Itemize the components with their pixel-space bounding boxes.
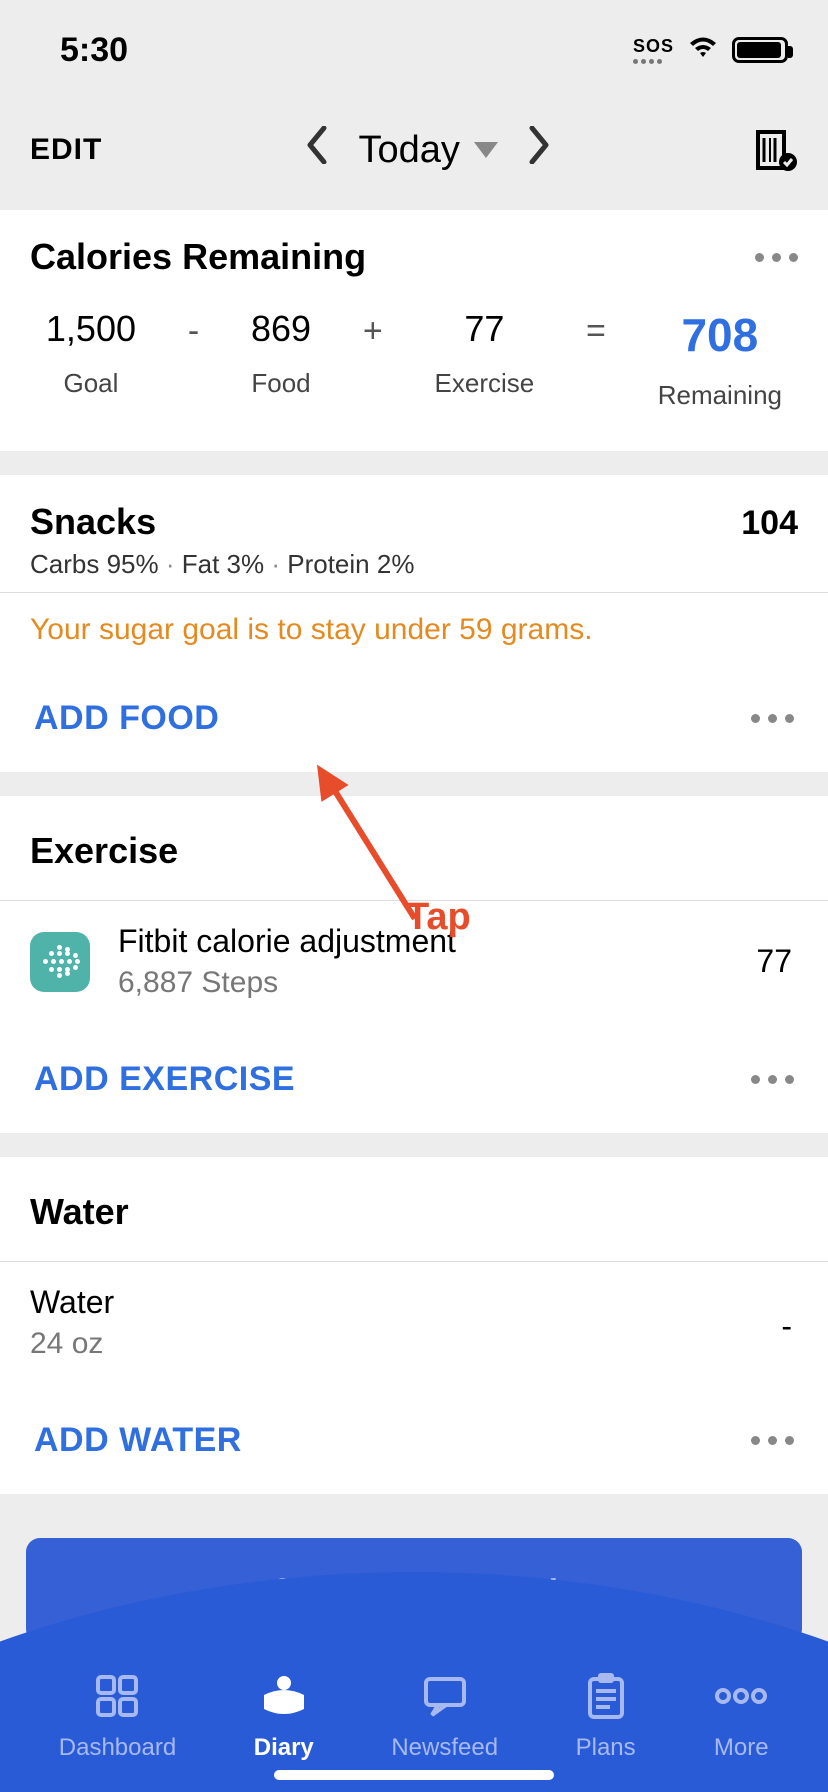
goal-column: 1,500 Goal [46,308,136,399]
top-nav: EDIT Today [0,100,828,210]
status-indicators: SOS [633,33,788,67]
remaining-column: 708 Remaining [658,308,782,411]
exercise-section: Exercise Fitbit calorie adjustment 6,887… [0,796,828,1133]
food-value: 869 [251,308,311,350]
barcode-scan-button[interactable] [754,128,798,172]
plans-icon [576,1668,636,1724]
tab-label: More [713,1734,769,1762]
calories-remaining-title: Calories Remaining [30,236,366,278]
wifi-icon [686,33,720,67]
protein-macro: Protein 2% [287,549,414,579]
next-day-button[interactable] [528,126,550,174]
tab-label: Plans [576,1734,636,1762]
exercise-item-title: Fitbit calorie adjustment [118,923,756,960]
snacks-calories: 104 [741,504,798,543]
newsfeed-icon [391,1668,498,1724]
date-selector[interactable]: Today [358,129,497,172]
water-item-title: Water [30,1284,114,1321]
tab-bar: Dashboard Diary Newsfeed [0,1562,828,1792]
exercise-label: Exercise [435,368,535,399]
remaining-value: 708 [658,308,782,362]
exercise-column: 77 Exercise [435,308,535,399]
water-section-title: Water [0,1157,828,1261]
tab-dashboard[interactable]: Dashboard [59,1668,176,1762]
tab-newsfeed[interactable]: Newsfeed [391,1668,498,1762]
water-item[interactable]: Water 24 oz - [0,1262,828,1391]
calories-more-button[interactable] [755,253,798,262]
status-time: 5:30 [60,31,128,70]
goal-value: 1,500 [46,308,136,350]
exercise-item[interactable]: Fitbit calorie adjustment 6,887 Steps 77 [0,901,828,1030]
snacks-more-button[interactable] [751,714,794,723]
add-water-button[interactable]: ADD WATER [34,1421,242,1460]
sugar-goal-note: Your sugar goal is to stay under 59 gram… [0,593,828,669]
plus-operator: + [363,308,383,351]
exercise-item-subtitle: 6,887 Steps [118,966,756,1000]
battery-icon [732,37,788,63]
date-label: Today [358,129,459,172]
diary-icon [254,1668,314,1724]
water-item-value: - [781,1284,798,1345]
water-more-button[interactable] [751,1436,794,1445]
dashboard-icon [59,1668,176,1724]
edit-button[interactable]: EDIT [30,133,102,167]
sos-indicator: SOS [633,36,674,64]
water-item-subtitle: 24 oz [30,1327,114,1361]
exercise-section-title: Exercise [0,796,828,900]
add-exercise-button[interactable]: ADD EXERCISE [34,1060,295,1099]
prev-day-button[interactable] [306,126,328,174]
tab-label: Diary [254,1734,314,1762]
exercise-value: 77 [435,308,535,350]
snacks-macros: Carbs 95% · Fat 3% · Protein 2% [0,547,828,592]
remaining-label: Remaining [658,380,782,411]
exercise-more-button[interactable] [751,1075,794,1084]
tab-diary[interactable]: Diary [254,1668,314,1762]
food-column: 869 Food [251,308,311,399]
tab-plans[interactable]: Plans [576,1668,636,1762]
tab-more[interactable]: More [713,1668,769,1762]
water-section: Water Water 24 oz - ADD WATER [0,1157,828,1494]
exercise-item-calories: 77 [756,943,798,980]
calories-remaining-section: Calories Remaining 1,500 Goal - 869 Food… [0,210,828,451]
snacks-section: Snacks 104 Carbs 95% · Fat 3% · Protein … [0,475,828,772]
more-icon [713,1668,769,1724]
fat-macro: Fat 3% [182,549,264,579]
status-bar: 5:30 SOS [0,0,828,100]
home-indicator [274,1770,554,1780]
dropdown-icon [474,142,498,158]
add-food-button[interactable]: ADD FOOD [34,699,219,738]
fitbit-icon [30,932,90,992]
tab-label: Dashboard [59,1734,176,1762]
tab-label: Newsfeed [391,1734,498,1762]
date-navigator: Today [306,126,549,174]
minus-operator: - [188,308,199,351]
food-label: Food [251,368,311,399]
carbs-macro: Carbs 95% [30,549,159,579]
equals-operator: = [586,308,606,351]
goal-label: Goal [46,368,136,399]
snacks-title: Snacks [30,501,156,543]
